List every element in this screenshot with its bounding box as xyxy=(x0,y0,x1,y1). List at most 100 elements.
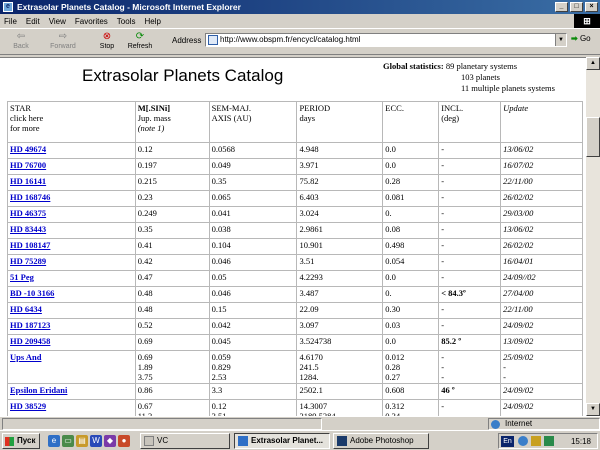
cell-ecc: 0.312 0.34 xyxy=(382,399,440,416)
star-link[interactable]: HD 49674 xyxy=(10,144,46,154)
menu-file[interactable]: File xyxy=(4,17,17,26)
star-link[interactable]: BD -10 3166 xyxy=(10,288,54,298)
cell-star[interactable]: HD 108147 xyxy=(7,238,136,255)
cell-mass: 0.249 xyxy=(134,206,210,223)
star-link[interactable]: HD 187123 xyxy=(10,320,50,330)
menu-view[interactable]: View xyxy=(49,17,66,26)
task-vc[interactable]: VC xyxy=(140,433,230,449)
cell-value: 13/06/02 xyxy=(503,144,534,154)
cell-star[interactable]: HD 83443 xyxy=(7,222,136,239)
cell-update: 13/06/02 xyxy=(500,222,583,239)
tray-app-icon[interactable] xyxy=(544,436,554,446)
cell-value: 3.097 xyxy=(299,320,319,330)
menu-favorites[interactable]: Favorites xyxy=(75,17,108,26)
star-link[interactable]: HD 209458 xyxy=(10,336,50,346)
app2-quicklaunch-icon[interactable]: ● xyxy=(118,435,130,447)
cell-period: 3.487 xyxy=(296,286,384,303)
menu-help[interactable]: Help xyxy=(144,17,160,26)
start-button[interactable]: Пуск xyxy=(2,433,40,449)
cell-star[interactable]: Ups And xyxy=(7,350,136,384)
star-link[interactable]: HD 75289 xyxy=(10,256,46,266)
speaker-icon[interactable] xyxy=(531,436,541,446)
cell-value: 3.024 xyxy=(299,208,319,218)
star-link[interactable]: Epsilon Eridani xyxy=(10,385,67,395)
star-link[interactable]: Ups And xyxy=(10,352,41,362)
maximize-button[interactable]: □ xyxy=(570,2,583,12)
cell-value: 29/03/00 xyxy=(503,208,534,218)
cell-star[interactable]: HD 16141 xyxy=(7,174,136,191)
desktop-quicklaunch-icon[interactable]: ▭ xyxy=(62,435,74,447)
refresh-icon: ⟳ xyxy=(135,31,145,42)
cell-star[interactable]: HD 38529 xyxy=(7,399,136,416)
scroll-thumb[interactable] xyxy=(586,117,600,157)
refresh-button[interactable]: ⟳ Refresh xyxy=(124,31,156,50)
cell-star[interactable]: HD 187123 xyxy=(7,318,136,335)
cell-period: 3.971 xyxy=(296,158,384,175)
cell-value: 0.0 xyxy=(385,160,396,170)
scroll-up-icon[interactable]: ▲ xyxy=(586,57,600,70)
menu-tools[interactable]: Tools xyxy=(117,17,136,26)
close-button[interactable]: × xyxy=(585,2,598,12)
chevron-down-icon[interactable]: ▼ xyxy=(555,34,566,46)
star-link[interactable]: HD 168746 xyxy=(10,192,50,202)
cell-mass: 0.215 xyxy=(134,174,210,191)
stop-button[interactable]: ⊗ Stop xyxy=(94,31,120,50)
cell-value: 0.69 xyxy=(137,336,153,346)
cell-update: 22/11/00 xyxy=(500,174,583,191)
cell-star[interactable]: HD 209458 xyxy=(7,334,136,351)
back-button[interactable]: ⇦ Back xyxy=(6,31,36,50)
cell-incl: 85.2 º xyxy=(438,334,502,351)
cell-star[interactable]: HD 46375 xyxy=(7,206,136,223)
cell-incl: - xyxy=(438,174,502,191)
forward-button[interactable]: ⇨ Forward xyxy=(44,31,82,50)
star-link[interactable]: HD 46375 xyxy=(10,208,46,218)
minimize-button[interactable]: _ xyxy=(555,2,568,12)
scroll-down-icon[interactable]: ▼ xyxy=(586,403,600,416)
cell-value: 6.403 xyxy=(299,192,319,202)
cell-incl: - xyxy=(438,270,502,287)
task-ie[interactable]: Extrasolar Planet... xyxy=(234,433,330,449)
cell-star[interactable]: HD 75289 xyxy=(7,254,136,271)
ie-quicklaunch-icon[interactable]: e xyxy=(48,435,60,447)
menu-edit[interactable]: Edit xyxy=(26,17,40,26)
cell-period: 14.3007 2189.5284 xyxy=(296,399,384,416)
cell-star[interactable]: Epsilon Eridani xyxy=(7,383,136,400)
word-quicklaunch-icon[interactable]: W xyxy=(90,435,102,447)
cell-star[interactable]: HD 76700 xyxy=(7,158,136,175)
star-link[interactable]: HD 38529 xyxy=(10,401,46,411)
star-link[interactable]: HD 83443 xyxy=(10,224,46,234)
cell-value: 0.104 xyxy=(211,240,231,250)
cell-star[interactable]: 51 Peg xyxy=(7,270,136,287)
cell-sma: 0.049 xyxy=(208,158,298,175)
cell-period: 6.403 xyxy=(296,190,384,207)
star-link[interactable]: HD 16141 xyxy=(10,176,46,186)
cell-update: 24/09//02 xyxy=(500,270,583,287)
task-photoshop[interactable]: Adobe Photoshop xyxy=(333,433,429,449)
cell-update: 26/02/02 xyxy=(500,190,583,207)
cell-incl: - xyxy=(438,318,502,335)
cell-star[interactable]: HD 49674 xyxy=(7,142,136,159)
cell-sma: 0.046 xyxy=(208,286,298,303)
star-link[interactable]: HD 6434 xyxy=(10,304,42,314)
star-link[interactable]: HD 108147 xyxy=(10,240,50,250)
cell-incl: - xyxy=(438,158,502,175)
vertical-scrollbar[interactable]: ▲ ▼ xyxy=(586,57,600,416)
cell-ecc: 0.498 xyxy=(382,238,440,255)
star-link[interactable]: 51 Peg xyxy=(10,272,34,282)
cell-ecc: 0.03 xyxy=(382,318,440,335)
address-input[interactable]: http://www.obspm.fr/encycl/catalog.html … xyxy=(205,33,567,47)
star-link[interactable]: HD 76700 xyxy=(10,160,46,170)
cell-value: 22/11/00 xyxy=(503,304,533,314)
app-quicklaunch-icon[interactable]: ◆ xyxy=(104,435,116,447)
cell-value: 0.498 xyxy=(385,240,405,250)
cell-ecc: 0.608 xyxy=(382,383,440,400)
cell-star[interactable]: HD 168746 xyxy=(7,190,136,207)
cell-star[interactable]: HD 6434 xyxy=(7,302,136,319)
network-icon[interactable] xyxy=(518,436,528,446)
go-button[interactable]: ➡ Go xyxy=(571,34,591,43)
cell-ecc: 0.081 xyxy=(382,190,440,207)
cell-value: 2502.1 xyxy=(299,385,323,395)
language-indicator[interactable]: En xyxy=(501,436,514,447)
folder-quicklaunch-icon[interactable]: ▤ xyxy=(76,435,88,447)
cell-star[interactable]: BD -10 3166 xyxy=(7,286,136,303)
